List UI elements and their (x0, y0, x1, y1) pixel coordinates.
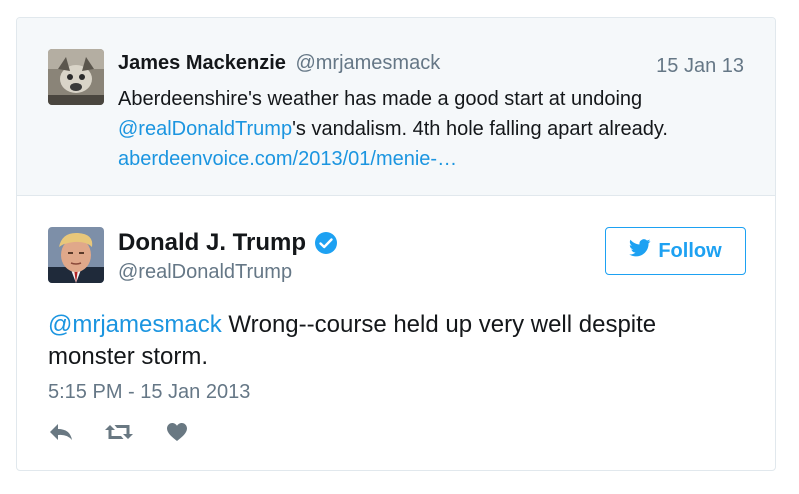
tweet-author-handle[interactable]: @realDonaldTrump (118, 261, 292, 284)
retweet-icon[interactable] (104, 422, 134, 447)
reply-text: Aberdeenshire's weather has made a good … (118, 84, 738, 174)
embedded-tweet-card: James Mackenzie @mrjamesmack 15 Jan 13 A… (16, 17, 776, 471)
reply-author-avatar[interactable] (48, 49, 104, 105)
verified-badge-icon (314, 231, 338, 255)
like-icon[interactable] (166, 422, 188, 447)
tweet-text: @mrjamesmack Wrong--course held up very … (48, 309, 728, 373)
twitter-bird-icon (629, 239, 651, 263)
follow-label: Follow (658, 239, 722, 262)
reply-author-handle[interactable]: @mrjamesmack (295, 52, 440, 74)
reply-author-header: James Mackenzie @mrjamesmack (118, 52, 440, 75)
reply-icon[interactable] (48, 422, 74, 447)
reply-text-end: 's vandalism. 4th hole falling apart alr… (292, 118, 668, 140)
reply-text-start: Aberdeenshire's weather has made a good … (118, 88, 643, 110)
reply-date[interactable]: 15 Jan 13 (656, 55, 744, 78)
follow-button[interactable]: Follow (605, 227, 746, 275)
tweet-author-name-row[interactable]: Donald J. Trump (118, 229, 338, 257)
tweet-mention-link[interactable]: @mrjamesmack (48, 311, 222, 338)
reply-author-name[interactable]: James Mackenzie (118, 52, 286, 74)
reply-mention-link[interactable]: @realDonaldTrump (118, 118, 292, 140)
tweet-author-avatar[interactable] (48, 227, 104, 283)
tweet-timestamp[interactable]: 5:15 PM - 15 Jan 2013 (48, 381, 250, 404)
tweet-author-name[interactable]: Donald J. Trump (118, 229, 306, 257)
reply-url-link[interactable]: aberdeenvoice.com/2013/01/menie-… (118, 148, 457, 170)
in-reply-to-tweet[interactable]: James Mackenzie @mrjamesmack 15 Jan 13 A… (17, 18, 775, 196)
tweet-actions (48, 422, 188, 447)
